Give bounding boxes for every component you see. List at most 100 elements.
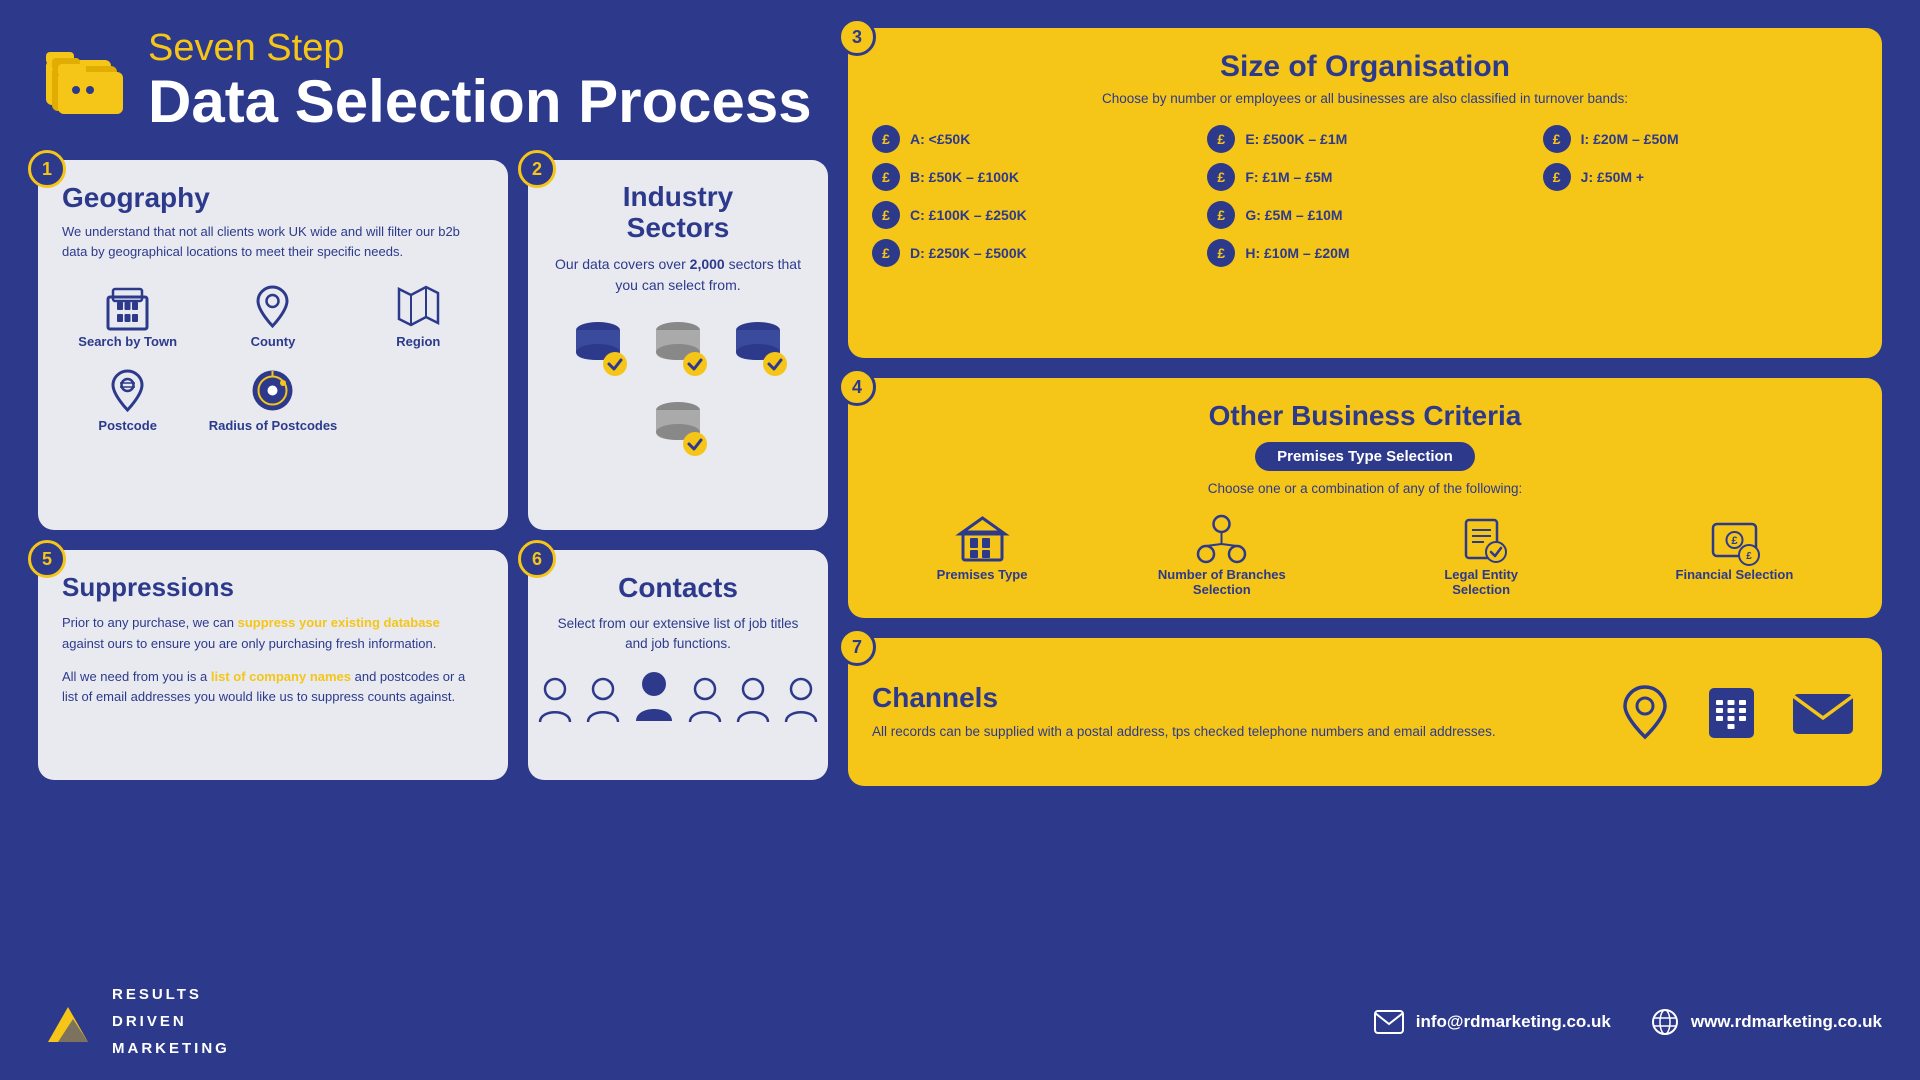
- pound-icon-H: £: [1207, 239, 1235, 267]
- step6-badge: 6: [518, 540, 556, 578]
- turnover-label-G: G: £5M – £10M: [1245, 207, 1342, 223]
- turnover-I: £ I: £20M – £50M: [1543, 125, 1858, 153]
- step3-sub: Choose by number or employees or all bus…: [872, 90, 1858, 109]
- premises-badge: Premises Type Selection: [1255, 442, 1475, 471]
- step7-badge: 7: [838, 628, 876, 666]
- database-icon-3: [723, 312, 793, 382]
- step2-title: IndustrySectors: [623, 182, 733, 244]
- pound-icon-F: £: [1207, 163, 1235, 191]
- turnover-C: £ C: £100K – £250K: [872, 201, 1187, 229]
- person-icon-3: [685, 677, 725, 727]
- turnover-A: £ A: <£50K: [872, 125, 1187, 153]
- step1-content: 1 Geography We understand that not all c…: [38, 160, 508, 530]
- step4-title: Other Business Criteria: [872, 400, 1858, 432]
- legal-icon: [1454, 512, 1509, 567]
- footer-website: www.rdmarketing.co.uk: [1651, 1008, 1882, 1036]
- pound-icon-B: £: [872, 163, 900, 191]
- step2-content: 2 IndustrySectors Our data covers over 2…: [528, 160, 828, 530]
- database-icon-1: [563, 312, 633, 382]
- turnover-label-I: I: £20M – £50M: [1581, 131, 1679, 147]
- pound-icon-J: £: [1543, 163, 1571, 191]
- step5-badge: 5: [28, 540, 66, 578]
- phone-icon: [1699, 680, 1764, 745]
- geo-label-postcode: Postcode: [98, 418, 157, 433]
- pound-icon-G: £: [1207, 201, 1235, 229]
- step4-badge: 4: [838, 368, 876, 406]
- email-icon: [1788, 682, 1858, 742]
- step7-card: 7 Channels All records can be supplied w…: [848, 638, 1882, 786]
- svg-text:£: £: [1731, 535, 1737, 547]
- turnover-label-F: F: £1M – £5M: [1245, 169, 1332, 185]
- step7-content: 7 Channels All records can be supplied w…: [848, 638, 1882, 786]
- geo-label-county: County: [251, 334, 296, 349]
- step4-premises-label: Premises Type: [937, 567, 1028, 582]
- turnover-label-A: A: <£50K: [910, 131, 970, 147]
- step7-body: All records can be supplied with a posta…: [872, 722, 1496, 742]
- step6-body: Select from our extensive list of job ti…: [552, 614, 804, 655]
- logo-line2: DRIVEN: [112, 1008, 230, 1035]
- logo-line3: MARKETING: [112, 1035, 230, 1062]
- geo-label-town: Search by Town: [78, 334, 177, 349]
- database-icon-2: [643, 312, 713, 382]
- footer: RESULTS DRIVEN MARKETING info@rdmarketin…: [38, 981, 1882, 1062]
- footer-email: info@rdmarketing.co.uk: [1374, 1010, 1611, 1034]
- step4-branches-label: Number of Branches Selection: [1157, 567, 1287, 597]
- footer-globe-icon: [1651, 1008, 1679, 1036]
- step1-badge: 1: [28, 150, 66, 188]
- header-title: Data Selection Process: [148, 70, 812, 133]
- geo-item-radius: Radius of Postcodes: [207, 363, 338, 433]
- step4-legal-label: Legal Entity Selection: [1416, 567, 1546, 597]
- turnover-empty2: [1543, 239, 1858, 267]
- step2-body: Our data covers over 2,000 sectors that …: [552, 254, 804, 296]
- step3-title: Size of Organisation: [872, 50, 1858, 84]
- header-text: Seven Step Data Selection Process: [148, 28, 812, 133]
- footer-website-text: www.rdmarketing.co.uk: [1691, 1012, 1882, 1032]
- footer-email-text: info@rdmarketing.co.uk: [1416, 1012, 1611, 1032]
- premises-icon: [955, 512, 1010, 567]
- step4-icons-row: Premises Type Number of Branches Selecti…: [872, 512, 1858, 597]
- pound-icon-E: £: [1207, 125, 1235, 153]
- pin-icon: [245, 279, 300, 334]
- building-icon: [100, 279, 155, 334]
- step4-branches: Number of Branches Selection: [1157, 512, 1287, 597]
- step6-content: 6 Contacts Select from our extensive lis…: [528, 550, 828, 780]
- step5-body2: All we need from you is a list of compan…: [62, 667, 484, 709]
- step5-body1: Prior to any purchase, we can suppress y…: [62, 613, 484, 655]
- step3-badge: 3: [838, 18, 876, 56]
- footer-email-icon: [1374, 1010, 1404, 1034]
- step7-title: Channels: [872, 682, 1496, 714]
- step3-card: 3 Size of Organisation Choose by number …: [848, 28, 1882, 358]
- folder-icon: [38, 38, 128, 123]
- turnover-H: £ H: £10M – £20M: [1207, 239, 1522, 267]
- person-icon-2: [583, 677, 623, 727]
- header: Seven Step Data Selection Process: [38, 28, 812, 133]
- step1-card: 1 Geography We understand that not all c…: [38, 160, 508, 530]
- footer-logo: RESULTS DRIVEN MARKETING: [38, 981, 230, 1062]
- step5-content: 5 Suppressions Prior to any purchase, we…: [38, 550, 508, 780]
- step4-sub: Choose one or a combination of any of th…: [872, 481, 1858, 496]
- step6-title: Contacts: [618, 572, 738, 604]
- person-icons-row: [535, 671, 821, 727]
- geo-item-town: Search by Town: [62, 279, 193, 349]
- turnover-label-E: E: £500K – £1M: [1245, 131, 1347, 147]
- turnover-B: £ B: £50K – £100K: [872, 163, 1187, 191]
- logo-line1: RESULTS: [112, 981, 230, 1008]
- pound-icon-I: £: [1543, 125, 1571, 153]
- geo-label-region: Region: [396, 334, 440, 349]
- step5-card: 5 Suppressions Prior to any purchase, we…: [38, 550, 508, 780]
- radius-icon: [245, 363, 300, 418]
- step1-body: We understand that not all clients work …: [62, 222, 484, 261]
- svg-text:£: £: [1746, 551, 1752, 562]
- footer-contacts: info@rdmarketing.co.uk www.rdmarketing.c…: [1374, 1008, 1882, 1036]
- geo-label-radius: Radius of Postcodes: [209, 418, 338, 433]
- step4-content: 4 Other Business Criteria Premises Type …: [848, 378, 1882, 618]
- financial-icon: £ £: [1707, 512, 1762, 567]
- turnover-F: £ F: £1M – £5M: [1207, 163, 1522, 191]
- turnover-empty: [1543, 201, 1858, 229]
- step1-title: Geography: [62, 182, 484, 214]
- person-icon-4: [733, 677, 773, 727]
- db-icons: [552, 312, 804, 462]
- header-subtitle: Seven Step: [148, 28, 812, 70]
- page: Seven Step Data Selection Process 1 Geog…: [0, 0, 1920, 1080]
- pound-icon-D: £: [872, 239, 900, 267]
